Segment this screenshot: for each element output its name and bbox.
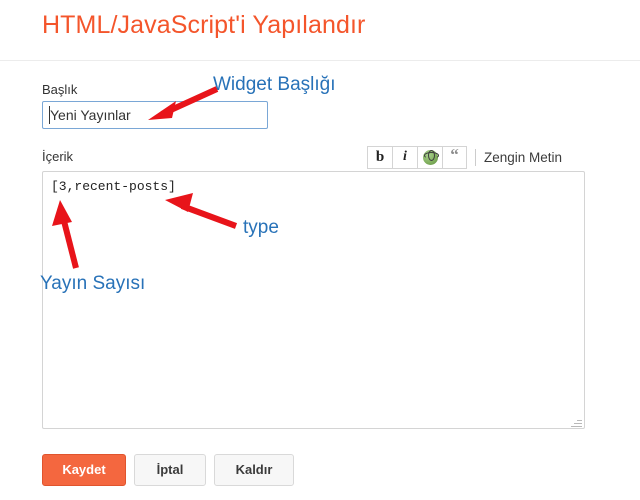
rich-text-toggle-link[interactable]: Zengin Metin (484, 150, 562, 165)
rich-text-toolbar: b i “ Zengin Metin (367, 145, 562, 169)
annotation-widget-title: Widget Başlığı (213, 74, 336, 95)
annotation-type: type (243, 217, 279, 238)
dialog-header: HTML/JavaScript'i Yapılandır (0, 0, 640, 61)
cancel-button[interactable]: İptal (134, 454, 206, 486)
globe-icon (422, 149, 439, 165)
text-caret (49, 106, 50, 124)
save-button[interactable]: Kaydet (42, 454, 126, 486)
toolbar-divider (475, 148, 476, 166)
annotation-post-count: Yayın Sayısı (40, 273, 146, 294)
remove-button[interactable]: Kaldır (214, 454, 294, 486)
italic-button[interactable]: i (392, 145, 417, 169)
title-field-label: Başlık (42, 82, 78, 97)
link-button[interactable] (417, 145, 442, 169)
bold-button[interactable]: b (367, 145, 392, 169)
page-title: HTML/JavaScript'i Yapılandır (42, 11, 366, 39)
body-field-label: İçerik (42, 149, 74, 164)
blockquote-button[interactable]: “ (442, 145, 467, 169)
title-input[interactable] (42, 101, 268, 129)
body-textarea[interactable] (42, 171, 585, 429)
